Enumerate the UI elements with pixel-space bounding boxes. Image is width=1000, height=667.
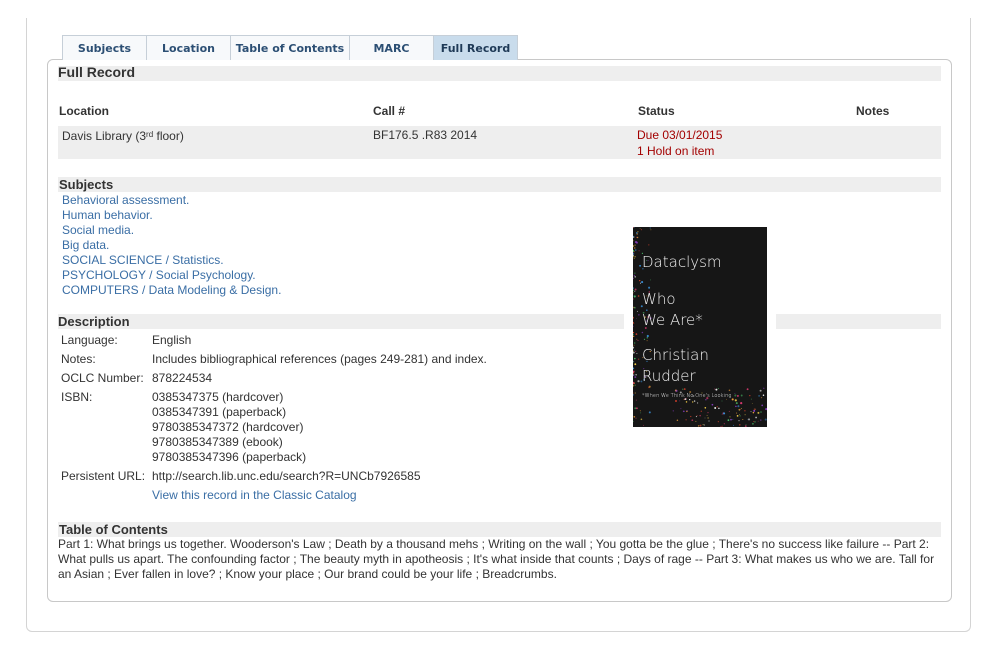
tab-full-record[interactable]: Full Record	[434, 35, 518, 60]
tab-table-of-contents[interactable]: Table of Contents	[231, 35, 350, 60]
description-title: Description	[58, 314, 130, 329]
tab-subjects[interactable]: Subjects	[62, 35, 147, 60]
cover-subtitle: Who We Are*	[642, 290, 703, 329]
tab-marc[interactable]: MARC	[350, 35, 434, 60]
isbn-value: 0385347391 (paperback)	[152, 405, 287, 419]
full-record-heading: Full Record	[58, 64, 941, 81]
notes-value: Includes bibliographical references (pag…	[152, 352, 487, 366]
subject-link[interactable]: Social media.	[62, 223, 134, 237]
subject-link[interactable]: SOCIAL SCIENCE / Statistics.	[62, 253, 224, 267]
persistent-url-label: Persistent URL:	[61, 469, 146, 483]
isbn-label: ISBN:	[61, 390, 93, 404]
toc-title: Table of Contents	[59, 522, 168, 537]
subject-link[interactable]: Behavioral assessment.	[62, 193, 189, 207]
classic-catalog-link[interactable]: View this record in the Classic Catalog	[152, 488, 357, 502]
language-label: Language:	[61, 333, 118, 347]
subject-link[interactable]: COMPUTERS / Data Modeling & Design.	[62, 283, 281, 297]
book-cover-image: Dataclysm Who We Are* Christian Rudder *Wh…	[633, 227, 767, 427]
subjects-heading: Subjects	[58, 177, 941, 192]
notes-label: Notes:	[61, 352, 96, 366]
isbn-value: 0385347375 (hardcover)	[152, 390, 284, 404]
column-notes: Notes	[856, 104, 890, 118]
cover-author: Christian Rudder	[642, 346, 709, 385]
holding-row	[58, 126, 941, 159]
isbn-value: 9780385347396 (paperback)	[152, 450, 307, 464]
language-value: English	[152, 333, 192, 347]
subject-link[interactable]: Human behavior.	[62, 208, 153, 222]
subject-link[interactable]: PSYCHOLOGY / Social Psychology.	[62, 268, 256, 282]
toc-text: Part 1: What brings us together. Wooders…	[58, 537, 935, 581]
oclc-value: 878224534	[152, 371, 213, 385]
toc-heading: Table of Contents	[58, 522, 941, 537]
description-heading: Description	[58, 314, 624, 329]
holding-status-due: Due 03/01/2015	[637, 128, 723, 142]
cover-tagline: *When We Think No One's Looking	[642, 393, 732, 399]
holding-location: Davis Library (3rd floor)	[62, 129, 184, 143]
tab-location[interactable]: Location	[147, 35, 231, 60]
isbn-value: 9780385347372 (hardcover)	[152, 420, 304, 434]
column-location: Location	[59, 104, 109, 118]
cover-title: Dataclysm	[642, 253, 722, 271]
column-call-number: Call #	[373, 104, 406, 118]
oclc-label: OCLC Number:	[61, 371, 144, 385]
description-heading-extension	[776, 314, 941, 329]
full-record-title: Full Record	[58, 64, 136, 80]
holding-status-hold: 1 Hold on item	[637, 144, 715, 158]
holding-call-number: BF176.5 .R83 2014	[373, 128, 478, 142]
record-tabs: Subjects Location Table of Contents MARC…	[62, 35, 518, 60]
subjects-title: Subjects	[59, 177, 114, 192]
persistent-url-value: http://search.lib.unc.edu/search?R=UNCb7…	[152, 469, 421, 483]
column-status: Status	[638, 104, 675, 118]
subject-link[interactable]: Big data.	[62, 238, 109, 252]
isbn-value: 9780385347389 (ebook)	[152, 435, 283, 449]
